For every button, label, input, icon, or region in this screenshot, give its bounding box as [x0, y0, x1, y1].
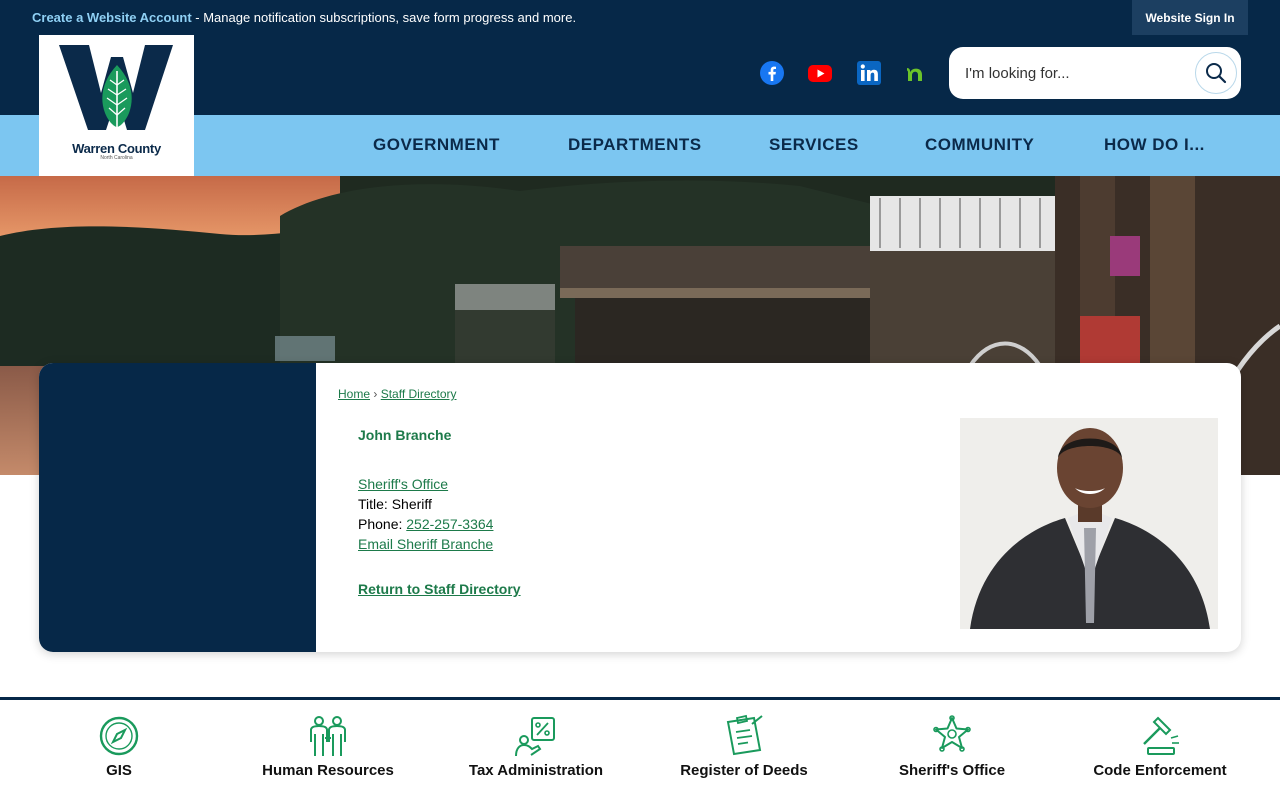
top-notification-bar: Create a Website Account - Manage notifi… — [0, 0, 1280, 35]
quick-link-gis[interactable]: GIS — [19, 712, 219, 792]
create-account-link[interactable]: Create a Website Account — [32, 10, 192, 25]
website-sign-in-button[interactable]: Website Sign In — [1132, 0, 1248, 35]
deed-icon — [726, 714, 763, 756]
logo-mark — [59, 45, 173, 135]
nav-departments[interactable]: DEPARTMENTS — [568, 135, 702, 155]
quick-link-label: Human Resources — [262, 762, 394, 779]
compass-icon — [99, 716, 139, 756]
tax-icon — [515, 717, 555, 757]
staff-photo — [960, 418, 1218, 629]
quick-link-sheriffs-office[interactable]: Sheriff's Office — [852, 712, 1052, 792]
quick-link-label: GIS — [106, 762, 132, 779]
logo-subtitle: North Carolina — [100, 155, 133, 161]
portrait-image — [960, 418, 1218, 629]
quick-link-code-enforcement[interactable]: Code Enforcement — [1060, 712, 1260, 792]
email-link[interactable]: Email Sheriff Branche — [358, 536, 493, 552]
linkedin-icon[interactable] — [856, 60, 882, 86]
badge-icon — [933, 715, 971, 752]
breadcrumb-staff-directory[interactable]: Staff Directory — [381, 387, 457, 401]
nextdoor-icon[interactable] — [905, 60, 931, 86]
logo-name: Warren County — [72, 141, 161, 156]
return-to-directory-link[interactable]: Return to Staff Directory — [358, 581, 521, 597]
breadcrumb-separator: › — [373, 387, 378, 401]
title-label: Title: — [358, 496, 388, 512]
gavel-icon — [1143, 716, 1179, 755]
breadcrumb: Home › Staff Directory — [338, 387, 457, 401]
search-icon — [1206, 63, 1227, 84]
staff-name: John Branche — [358, 427, 452, 443]
nav-how-do-i[interactable]: HOW DO I... — [1104, 135, 1205, 155]
account-message: Create a Website Account - Manage notifi… — [32, 10, 576, 25]
department-link[interactable]: Sheriff's Office — [358, 476, 448, 492]
staff-title: Title: Sheriff — [358, 496, 432, 512]
quick-link-label: Tax Administration — [468, 762, 604, 779]
quick-link-register-of-deeds[interactable]: Register of Deeds — [644, 712, 844, 792]
people-icon — [310, 716, 346, 756]
facebook-icon[interactable] — [759, 60, 785, 86]
staff-profile-card: Home › Staff Directory John Branche Sher… — [39, 363, 1241, 652]
quick-link-human-resources[interactable]: Human Resources — [228, 712, 428, 792]
staff-email: Email Sheriff Branche — [358, 536, 493, 552]
search-input[interactable] — [965, 61, 1185, 85]
breadcrumb-home[interactable]: Home — [338, 387, 370, 401]
quick-link-label: Code Enforcement — [1093, 762, 1227, 779]
title-value: Sheriff — [391, 496, 432, 512]
county-logo[interactable]: Warren County North Carolina — [39, 35, 194, 176]
phone-link[interactable]: 252-257-3364 — [406, 516, 493, 532]
nav-community[interactable]: COMMUNITY — [925, 135, 1034, 155]
search-button[interactable] — [1195, 52, 1237, 94]
nav-services[interactable]: SERVICES — [769, 135, 859, 155]
quick-link-tax-administration[interactable]: Tax Administration — [436, 712, 636, 792]
footer-divider — [0, 697, 1280, 700]
quick-link-label: Register of Deeds — [680, 762, 808, 779]
site-search — [949, 47, 1241, 99]
phone-label: Phone: — [358, 516, 403, 532]
quick-link-label: Sheriff's Office — [898, 762, 1006, 779]
staff-phone: Phone: 252-257-3364 — [358, 516, 493, 532]
nav-government[interactable]: GOVERNMENT — [373, 135, 500, 155]
youtube-icon[interactable] — [807, 60, 833, 86]
side-panel — [39, 363, 316, 652]
account-message-text: - Manage notification subscriptions, sav… — [191, 10, 577, 25]
